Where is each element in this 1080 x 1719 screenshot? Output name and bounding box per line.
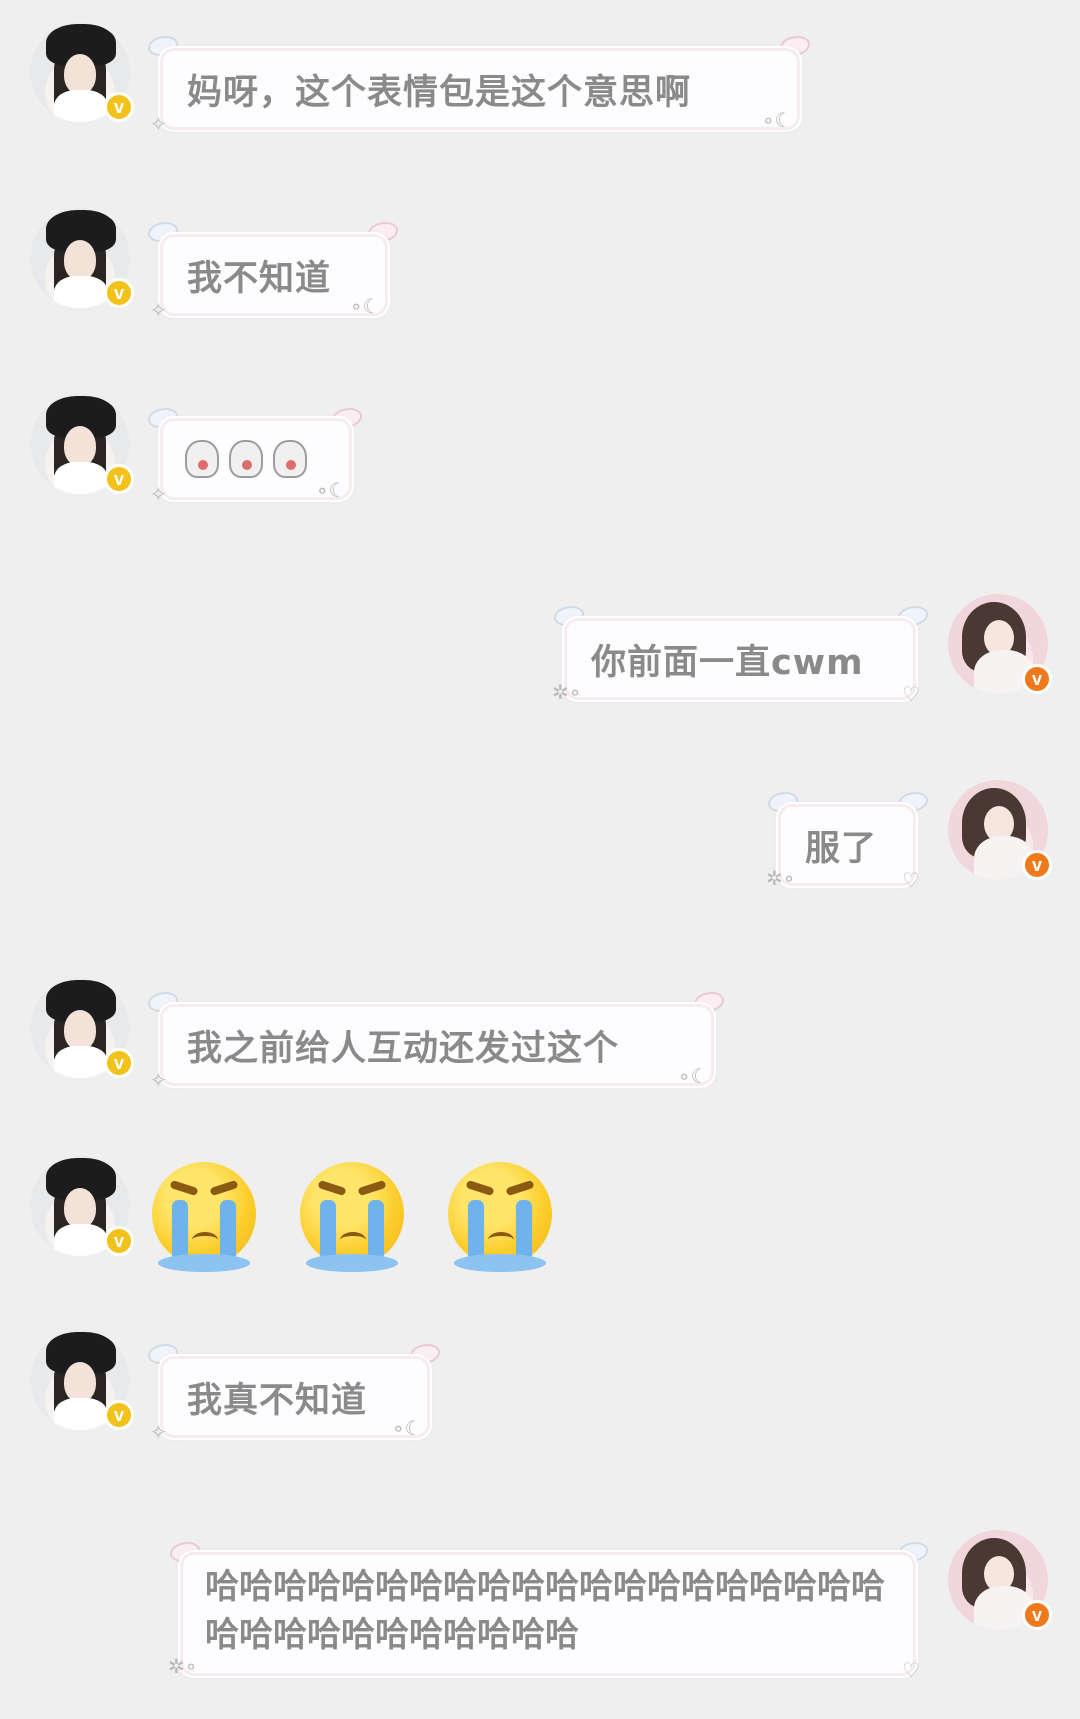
moon-icon: ∘☾ (316, 478, 347, 502)
message-text: 妈呀，这个表情包是这个意思啊 (187, 72, 692, 113)
message-bubble[interactable]: 你前面一直cwm (564, 618, 916, 700)
verified-badge-icon: v (104, 1226, 134, 1256)
crying-face-icon[interactable] (300, 1162, 404, 1272)
avatar-left[interactable]: v (30, 208, 134, 308)
moon-icon: ∘☾ (678, 1064, 709, 1088)
message-text: 你前面一直cwm (591, 642, 864, 683)
message-bubble[interactable]: 服了 (778, 804, 916, 886)
verified-badge-icon: v (104, 278, 134, 308)
heart-icon: ♡ (902, 682, 920, 706)
avatar-right[interactable]: v (948, 780, 1052, 880)
message-bubble[interactable]: 妈呀，这个表情包是这个意思啊 (160, 48, 800, 130)
verified-badge-icon: v (104, 92, 134, 122)
avatar-left[interactable]: v (30, 1330, 134, 1430)
message-text: 哈哈哈哈哈哈哈哈哈哈哈哈哈哈哈哈哈哈哈哈哈哈哈哈哈哈哈哈哈哈哈 (205, 1567, 885, 1655)
heart-icon: ♡ (902, 868, 920, 892)
moon-icon: ∘☾ (762, 108, 793, 132)
crying-face-icon[interactable] (152, 1162, 256, 1272)
alpaca-sticker-icon[interactable] (273, 440, 307, 478)
alpaca-sticker-icon[interactable] (185, 440, 219, 478)
sparkle-icon: ✧ (150, 482, 167, 506)
sparkle-icon: ✲∘ (552, 680, 582, 704)
crying-face-icon[interactable] (448, 1162, 552, 1272)
message-text: 我不知道 (187, 258, 332, 299)
verified-badge-icon: v (104, 1400, 134, 1430)
message-text: 我之前给人互动还发过这个 (187, 1028, 620, 1069)
moon-icon: ∘☾ (350, 294, 381, 318)
sparkle-icon: ✧ (150, 1068, 167, 1092)
avatar-left[interactable]: v (30, 394, 134, 494)
alpaca-sticker-icon[interactable] (229, 440, 263, 478)
avatar-right[interactable]: v (948, 594, 1052, 694)
verified-badge-icon: v (104, 464, 134, 494)
sparkle-icon: ✧ (150, 1420, 167, 1444)
avatar-left[interactable]: v (30, 1156, 134, 1256)
sparkle-icon: ✧ (150, 112, 167, 136)
message-bubble[interactable]: 我之前给人互动还发过这个 (160, 1004, 714, 1086)
message-text: 我真不知道 (187, 1380, 368, 1421)
avatar-left[interactable]: v (30, 978, 134, 1078)
moon-icon: ∘☾ (392, 1416, 423, 1440)
sparkle-icon: ✲∘ (766, 866, 796, 890)
message-bubble[interactable]: 我真不知道 (160, 1356, 430, 1438)
avatar-right[interactable]: v (948, 1530, 1052, 1630)
verified-badge-icon: v (104, 1048, 134, 1078)
sparkle-icon: ✧ (150, 298, 167, 322)
message-text: 服了 (805, 828, 878, 869)
message-bubble[interactable]: 哈哈哈哈哈哈哈哈哈哈哈哈哈哈哈哈哈哈哈哈哈哈哈哈哈哈哈哈哈哈哈 (180, 1552, 916, 1676)
verified-badge-icon: v (1022, 1600, 1052, 1630)
verified-badge-icon: v (1022, 664, 1052, 694)
heart-icon: ♡ (902, 1658, 920, 1682)
verified-badge-icon: v (1022, 850, 1052, 880)
avatar-left[interactable]: v (30, 22, 134, 122)
sparkle-icon: ✲∘ (168, 1654, 198, 1678)
